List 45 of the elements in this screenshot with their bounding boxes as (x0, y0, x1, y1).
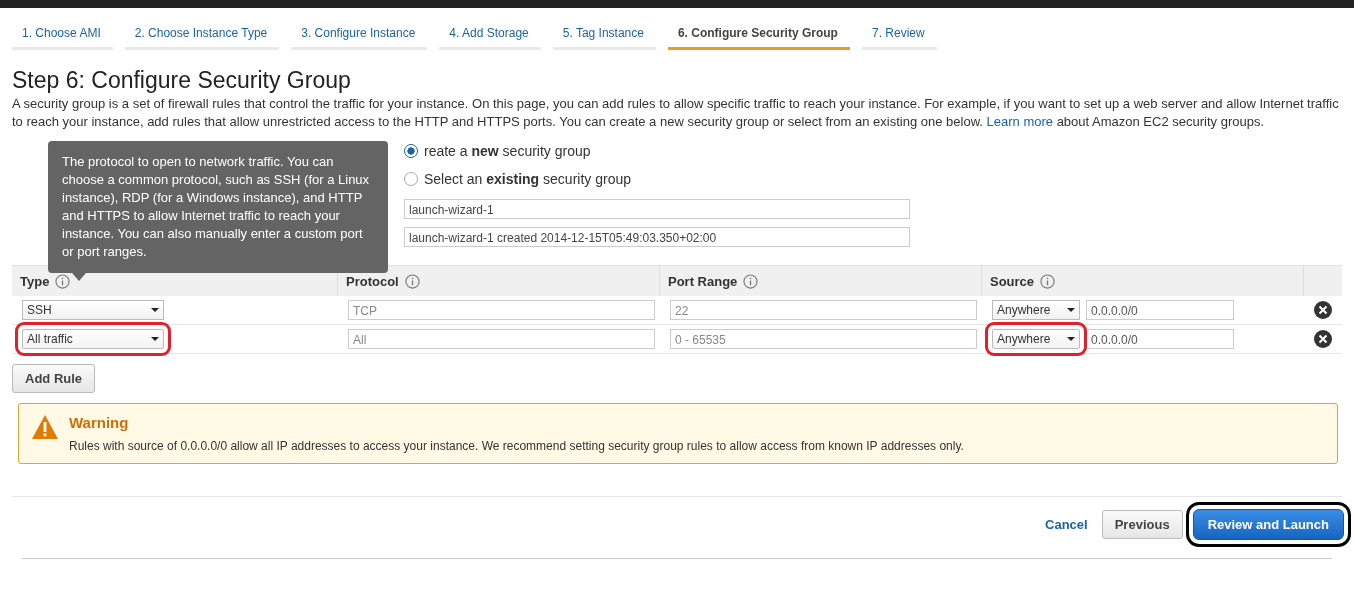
source-dropdown[interactable]: Anywhere (992, 300, 1080, 320)
add-rule-button[interactable]: Add Rule (12, 364, 96, 393)
wizard-step-tab[interactable]: 7. Review (861, 20, 937, 50)
warning-title: Warning (69, 414, 130, 431)
wizard-step-tab[interactable]: 4. Add Storage (439, 20, 541, 50)
radio-label[interactable]: reate a new security group (424, 143, 591, 159)
wizard-step-tab[interactable]: 3. Configure Instance (291, 20, 428, 50)
port-range-field[interactable]: 0 - 65535 (670, 329, 977, 349)
type-dropdown[interactable]: SSH (22, 300, 164, 320)
cancel-link[interactable]: Cancel (1045, 517, 1088, 532)
cidr-field[interactable]: 0.0.0.0/0 (1086, 300, 1234, 320)
info-icon[interactable] (1040, 273, 1056, 289)
column-header: Type (20, 273, 50, 289)
radio-button[interactable] (404, 144, 418, 158)
wizard-step-tab[interactable]: 1. Choose AMI (12, 20, 113, 50)
name-field[interactable]: launch-wizard-1 (404, 199, 910, 219)
wizard-step-tab[interactable]: 2. Choose Instance Type (124, 20, 280, 50)
column-header: Port Range (668, 273, 738, 289)
wizard-step-tab[interactable]: 6. Configure Security Group (667, 20, 850, 50)
column-header: Source (990, 273, 1035, 289)
remove-icon[interactable] (1314, 330, 1332, 348)
tooltip-text: The protocol to open to network traffic. You can choose a common protocol, such as SSH (for a Linux instance), RDP (for a Windows instance), and HTTP and HTTPS to allow Internet traffic to reach your instance. You can also manually enter a custom port or port ranges. (62, 153, 371, 261)
warning-text: Rules with source of 0.0.0.0/0 allow all IP addresses to access your instance. We recommend setting security group rules to allow access from known IP addresses only. (69, 439, 964, 453)
description-field[interactable]: launch-wizard-1 created 2014-12-15T05:49:03.350+02:00 (404, 227, 910, 247)
learn-more-link[interactable]: Learn more (986, 114, 1054, 129)
cidr-field[interactable]: 0.0.0.0/0 (1086, 329, 1234, 349)
radio-button[interactable] (404, 172, 418, 186)
info-icon[interactable] (404, 273, 420, 289)
page-heading: Step 6: Configure Security Group (12, 67, 352, 93)
warning-icon (31, 414, 59, 440)
info-icon[interactable] (743, 273, 759, 289)
previous-button[interactable]: Previous (1101, 510, 1183, 539)
info-icon[interactable] (55, 273, 71, 289)
radio-label[interactable]: Select an existing security group (424, 171, 631, 187)
column-header: Protocol (346, 273, 399, 289)
protocol-field[interactable]: TCP (348, 300, 655, 320)
caret-icon (1067, 337, 1075, 341)
protocol-field[interactable]: All (348, 329, 655, 349)
remove-icon[interactable] (1314, 301, 1332, 319)
intro-paragraph: A security group is a set of firewall rules that control the traffic for your instance. On this page, you can add rules to allow specific traffic to reach your instance. For example, if you want to set up a web server and allow Internet traffic to reach your instance, add rules that allow unrestricted access to the HTTP and HTTPS ports. You can create a new security group or select from an existing one below. Learn more about Amazon EC2 security groups. (12, 95, 1340, 131)
wizard-step-tab[interactable]: 5. Tag Instance (552, 20, 656, 50)
caret-icon (1067, 308, 1075, 312)
caret-icon (151, 308, 159, 312)
port-range-field[interactable]: 22 (670, 300, 977, 320)
caret-icon (151, 337, 159, 341)
